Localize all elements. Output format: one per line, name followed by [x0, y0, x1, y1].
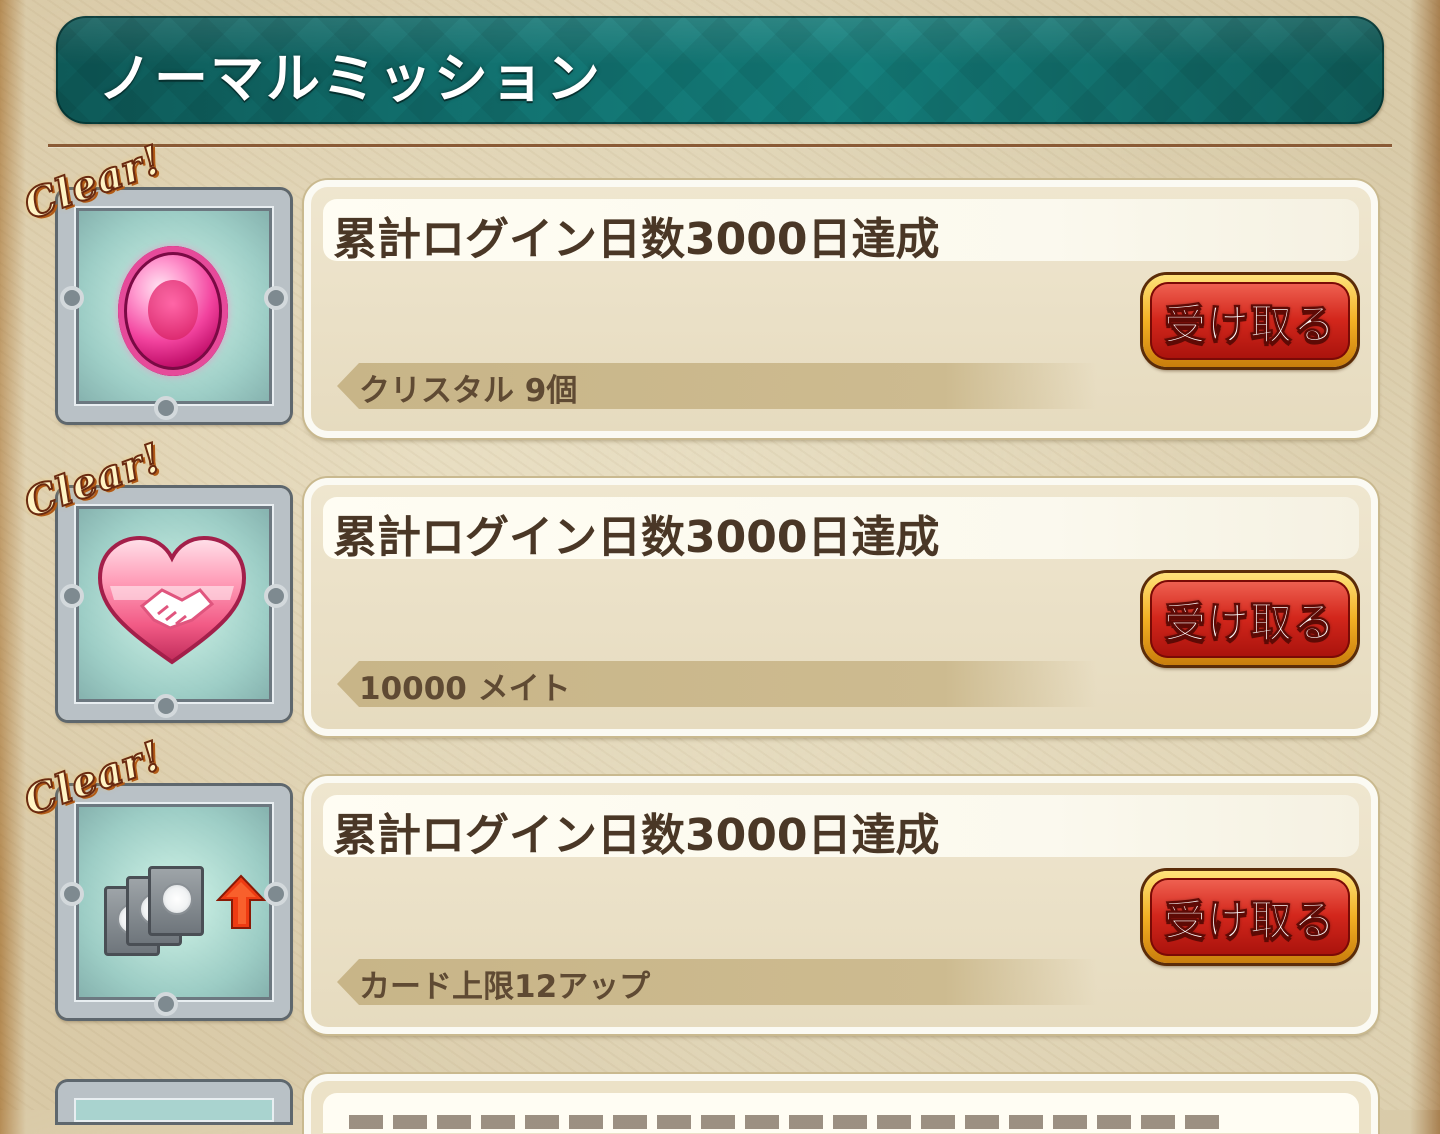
- reward-icon-frame: [58, 190, 290, 422]
- reward-text: 10000 メイト: [359, 671, 571, 707]
- reward-icon-frame: [58, 488, 290, 720]
- frame-ornament: [264, 286, 288, 310]
- up-arrow-icon: [216, 874, 266, 929]
- frame-ornament: [60, 882, 84, 906]
- mission-title-bar: 累計ログイン日数3000日達成: [323, 199, 1359, 265]
- mission-title-bar-partial: [323, 1093, 1359, 1133]
- receive-button[interactable]: 受け取る: [1143, 871, 1357, 963]
- mission-panel: 累計ログイン日数3000日達成 10000 メイト 受け取る: [304, 478, 1378, 736]
- frame-ornament: [154, 694, 178, 718]
- friendship-heart-icon: [97, 535, 247, 665]
- receive-button-label: 受け取る: [1163, 597, 1336, 647]
- mission-row: Clear! 累計ログイン日数3000日達成 10000 メイト 受け取る: [0, 433, 1440, 748]
- page-title: ノーマルミッション: [98, 47, 602, 110]
- receive-button[interactable]: 受け取る: [1143, 275, 1357, 367]
- mission-title-bar: 累計ログイン日数3000日達成: [323, 795, 1359, 861]
- mission-row: Clear! 累計ログイン日数3000日達成 クリスタル 9個 受け取る: [0, 135, 1440, 450]
- gem-facet: [148, 280, 198, 340]
- card-disc: [161, 883, 193, 915]
- receive-button[interactable]: 受け取る: [1143, 573, 1357, 665]
- reward-icon-frame: [58, 786, 290, 1018]
- receive-button-label: 受け取る: [1163, 895, 1336, 945]
- mission-panel: 累計ログイン日数3000日達成 クリスタル 9個 受け取る: [304, 180, 1378, 438]
- mission-title: 累計ログイン日数3000日達成: [333, 810, 940, 861]
- frame-ornament: [264, 882, 288, 906]
- frame-ornament: [60, 584, 84, 608]
- receive-button-face: 受け取る: [1150, 580, 1350, 658]
- mission-panel-partial: [304, 1074, 1378, 1134]
- card-icon: [148, 866, 204, 936]
- mission-title: 累計ログイン日数3000日達成: [333, 214, 940, 265]
- receive-button-label: 受け取る: [1163, 299, 1336, 349]
- frame-ornament: [154, 992, 178, 1016]
- frame-ornament: [264, 584, 288, 608]
- reward-icon-frame-partial: [58, 1082, 290, 1122]
- mission-title-cutoff: [349, 1115, 1229, 1129]
- receive-button-face: 受け取る: [1150, 282, 1350, 360]
- header-divider: [48, 144, 1392, 147]
- mission-title-bar: 累計ログイン日数3000日達成: [323, 497, 1359, 563]
- reward-text: クリスタル 9個: [359, 373, 578, 409]
- mission-title: 累計ログイン日数3000日達成: [333, 512, 940, 563]
- mission-panel: 累計ログイン日数3000日達成 カード上限12アップ 受け取る: [304, 776, 1378, 1034]
- card-limit-up-icon: [74, 802, 274, 1002]
- receive-button-face: 受け取る: [1150, 878, 1350, 956]
- mission-row: Clear! 累計ログイン日数3000日達成 カード上限12アップ 受け取る: [0, 731, 1440, 1046]
- frame-ornament: [60, 286, 84, 310]
- frame-ornament: [154, 396, 178, 420]
- mission-header-banner: ノーマルミッション: [56, 16, 1384, 124]
- reward-text: カード上限12アップ: [359, 969, 651, 1005]
- crystal-gem-icon: [118, 246, 228, 376]
